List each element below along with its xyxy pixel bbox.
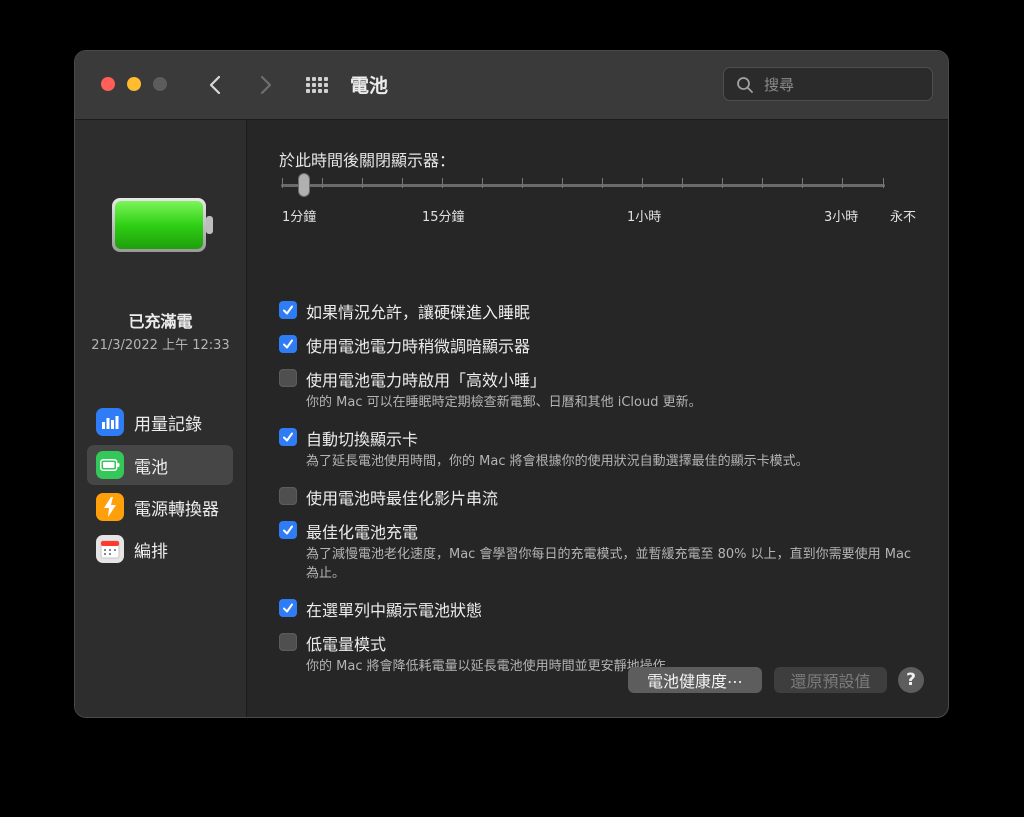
slider-thumb[interactable] [298, 173, 310, 197]
tick-label-15-minutes: 15分鐘 [422, 206, 465, 225]
slider-tick [842, 178, 843, 188]
calendar-icon [96, 535, 124, 563]
slider-tick [562, 178, 563, 188]
checkbox[interactable] [279, 521, 297, 539]
checkmark-icon [282, 431, 294, 443]
checkbox[interactable] [279, 335, 297, 353]
close-button[interactable] [101, 77, 115, 91]
battery-status-title: 已充滿電 [75, 308, 246, 332]
preferences-window: 電池 [74, 50, 949, 718]
help-button[interactable]: ? [898, 667, 924, 693]
option-label: 如果情況允許，讓硬碟進入睡眠 [306, 299, 530, 323]
battery-health-button[interactable]: 電池健康度⋯ [628, 667, 762, 693]
option-label: 最佳化電池充電 [306, 519, 418, 543]
slider-tick [442, 178, 443, 188]
tick-label-never: 永不 [890, 206, 916, 225]
sidebar-item-schedule[interactable]: 編排 [87, 529, 233, 569]
tick-label-1-hour: 1小時 [627, 206, 661, 225]
option-description: 為了延長電池使用時間，你的 Mac 將會根據你的使用狀況自動選擇最佳的顯示卡模式… [306, 452, 926, 471]
slider-tick [682, 178, 683, 188]
grid-icon [305, 75, 331, 95]
checkmark-icon [282, 304, 294, 316]
option-label: 在選單列中顯示電池狀態 [306, 597, 482, 621]
slider-tick [402, 178, 403, 188]
battery-settings-panel: 於此時間後關閉顯示器： 1分鐘 15分鐘 1小時 3小時 永不 [247, 120, 949, 718]
search-icon [736, 76, 754, 94]
sidebar-item-label: 電源轉換器 [134, 495, 219, 520]
option-label: 使用電池電力時啟用「高效小睡」 [306, 367, 546, 391]
slider-tick [762, 178, 763, 188]
battery-full-icon [111, 197, 215, 253]
titlebar: 電池 [75, 51, 948, 120]
checkbox[interactable] [279, 633, 297, 651]
tick-label-1-minute: 1分鐘 [282, 206, 316, 225]
chevron-right-icon [251, 71, 279, 99]
lightning-icon [96, 493, 124, 521]
option-description: 你的 Mac 可以在睡眠時定期檢查新電郵、日曆和其他 iCloud 更新。 [306, 393, 926, 412]
slider-tick [602, 178, 603, 188]
slider-tick [322, 178, 323, 188]
slider-track[interactable] [281, 184, 885, 187]
back-button[interactable] [202, 71, 230, 99]
option-label: 使用電池電力時稍微調暗顯示器 [306, 333, 530, 357]
chevron-left-icon [202, 71, 230, 99]
sidebar-item-power-adapter[interactable]: 電源轉換器 [87, 487, 233, 527]
display-sleep-label: 於此時間後關閉顯示器： [279, 147, 455, 171]
slider-tick [642, 178, 643, 188]
checkmark-icon [282, 524, 294, 536]
option-description: 為了減慢電池老化速度，Mac 會學習你每日的充電模式，並暫緩充電至 80% 以上… [306, 545, 926, 583]
sidebar-item-label: 電池 [134, 453, 168, 478]
slider-tick [282, 178, 283, 188]
tick-label-3-hours: 3小時 [824, 206, 858, 225]
checkbox[interactable] [279, 599, 297, 617]
slider-tick [362, 178, 363, 188]
checkbox[interactable] [279, 487, 297, 505]
slider-tick [482, 178, 483, 188]
search-input[interactable] [762, 73, 926, 97]
show-all-button[interactable] [305, 75, 331, 95]
restore-defaults-button[interactable]: 還原預設值 [774, 667, 887, 693]
option-label: 自動切換顯示卡 [306, 426, 418, 450]
slider-tick [802, 178, 803, 188]
bar-chart-icon [96, 408, 124, 436]
forward-button[interactable] [251, 71, 279, 99]
option-label: 使用電池時最佳化影片串流 [306, 485, 498, 509]
search-field[interactable] [723, 67, 933, 101]
slider-tick [522, 178, 523, 188]
checkmark-icon [282, 602, 294, 614]
checkmark-icon [282, 338, 294, 350]
sidebar-item-label: 用量記錄 [134, 410, 202, 435]
battery-icon [96, 451, 124, 479]
checkbox[interactable] [279, 428, 297, 446]
sidebar-item-label: 編排 [134, 537, 168, 562]
checkbox[interactable] [279, 369, 297, 387]
zoom-button[interactable] [153, 77, 167, 91]
checkbox[interactable] [279, 301, 297, 319]
slider-tick [722, 178, 723, 188]
minimize-button[interactable] [127, 77, 141, 91]
sidebar-item-usage-history[interactable]: 用量記錄 [87, 402, 233, 442]
window-title: 電池 [350, 71, 388, 98]
sidebar-item-battery[interactable]: 電池 [87, 445, 233, 485]
option-label: 低電量模式 [306, 631, 386, 655]
battery-status-date: 21/3/2022 上午 12:33 [75, 334, 246, 353]
slider-tick [883, 178, 884, 188]
sidebar: 已充滿電 21/3/2022 上午 12:33 用量記錄 電池 電源轉換器 [75, 120, 247, 718]
